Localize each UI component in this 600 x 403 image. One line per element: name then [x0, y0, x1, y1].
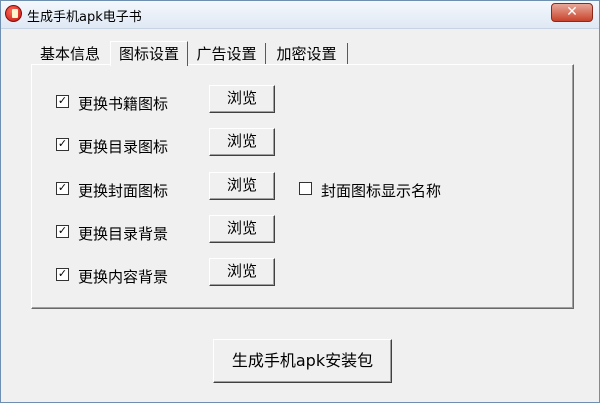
app-logo-icon — [5, 5, 22, 22]
content-background-browse-button[interactable]: 浏览 — [209, 258, 275, 286]
catalog-icon-label: 更换目录图标 — [78, 138, 169, 156]
close-icon: ✕ — [566, 4, 578, 20]
tab-icon-settings[interactable]: 图标设置 — [110, 41, 188, 66]
content-background-label: 更换内容背景 — [78, 268, 169, 286]
book-icon-checkbox[interactable]: ✓ — [56, 95, 69, 108]
close-button[interactable]: ✕ — [551, 3, 593, 22]
title-bar[interactable]: 生成手机apk电子书 ✕ — [1, 1, 599, 29]
catalog-background-browse-button[interactable]: 浏览 — [209, 215, 275, 243]
cover-show-name-label: 封面图标显示名称 — [321, 182, 442, 200]
cover-icon-label: 更换封面图标 — [78, 182, 169, 200]
tab-label: 加密设置 — [276, 45, 337, 63]
catalog-background-label: 更换目录背景 — [78, 225, 169, 243]
window-title: 生成手机apk电子书 — [27, 10, 142, 25]
tab-label: 基本信息 — [39, 45, 100, 63]
cover-icon-browse-button[interactable]: 浏览 — [209, 172, 275, 200]
app-window: 生成手机apk电子书 ✕ 基本信息 图标设置 广告设置 加密设置 ✓ 更换书籍图… — [0, 0, 600, 403]
cover-show-name-checkbox[interactable] — [299, 182, 312, 195]
book-icon-label: 更换书籍图标 — [78, 95, 169, 113]
content-background-checkbox[interactable]: ✓ — [56, 268, 69, 281]
book-icon-browse-button[interactable]: 浏览 — [209, 85, 275, 113]
icon-settings-panel: ✓ 更换书籍图标 浏览 ✓ 更换目录图标 浏览 ✓ 更换封面图标 浏览 封面图标… — [31, 64, 574, 309]
tab-label: 广告设置 — [196, 45, 257, 63]
generate-apk-button[interactable]: 生成手机apk安装包 — [213, 339, 392, 383]
tab-encryption-settings[interactable]: 加密设置 — [266, 43, 348, 65]
tab-label: 图标设置 — [118, 45, 179, 63]
tab-basic-info[interactable]: 基本信息 — [30, 43, 111, 65]
catalog-icon-checkbox[interactable]: ✓ — [56, 138, 69, 151]
cover-icon-checkbox[interactable]: ✓ — [56, 182, 69, 195]
catalog-icon-browse-button[interactable]: 浏览 — [209, 128, 275, 156]
tab-ad-settings[interactable]: 广告设置 — [188, 43, 266, 65]
catalog-background-checkbox[interactable]: ✓ — [56, 225, 69, 238]
